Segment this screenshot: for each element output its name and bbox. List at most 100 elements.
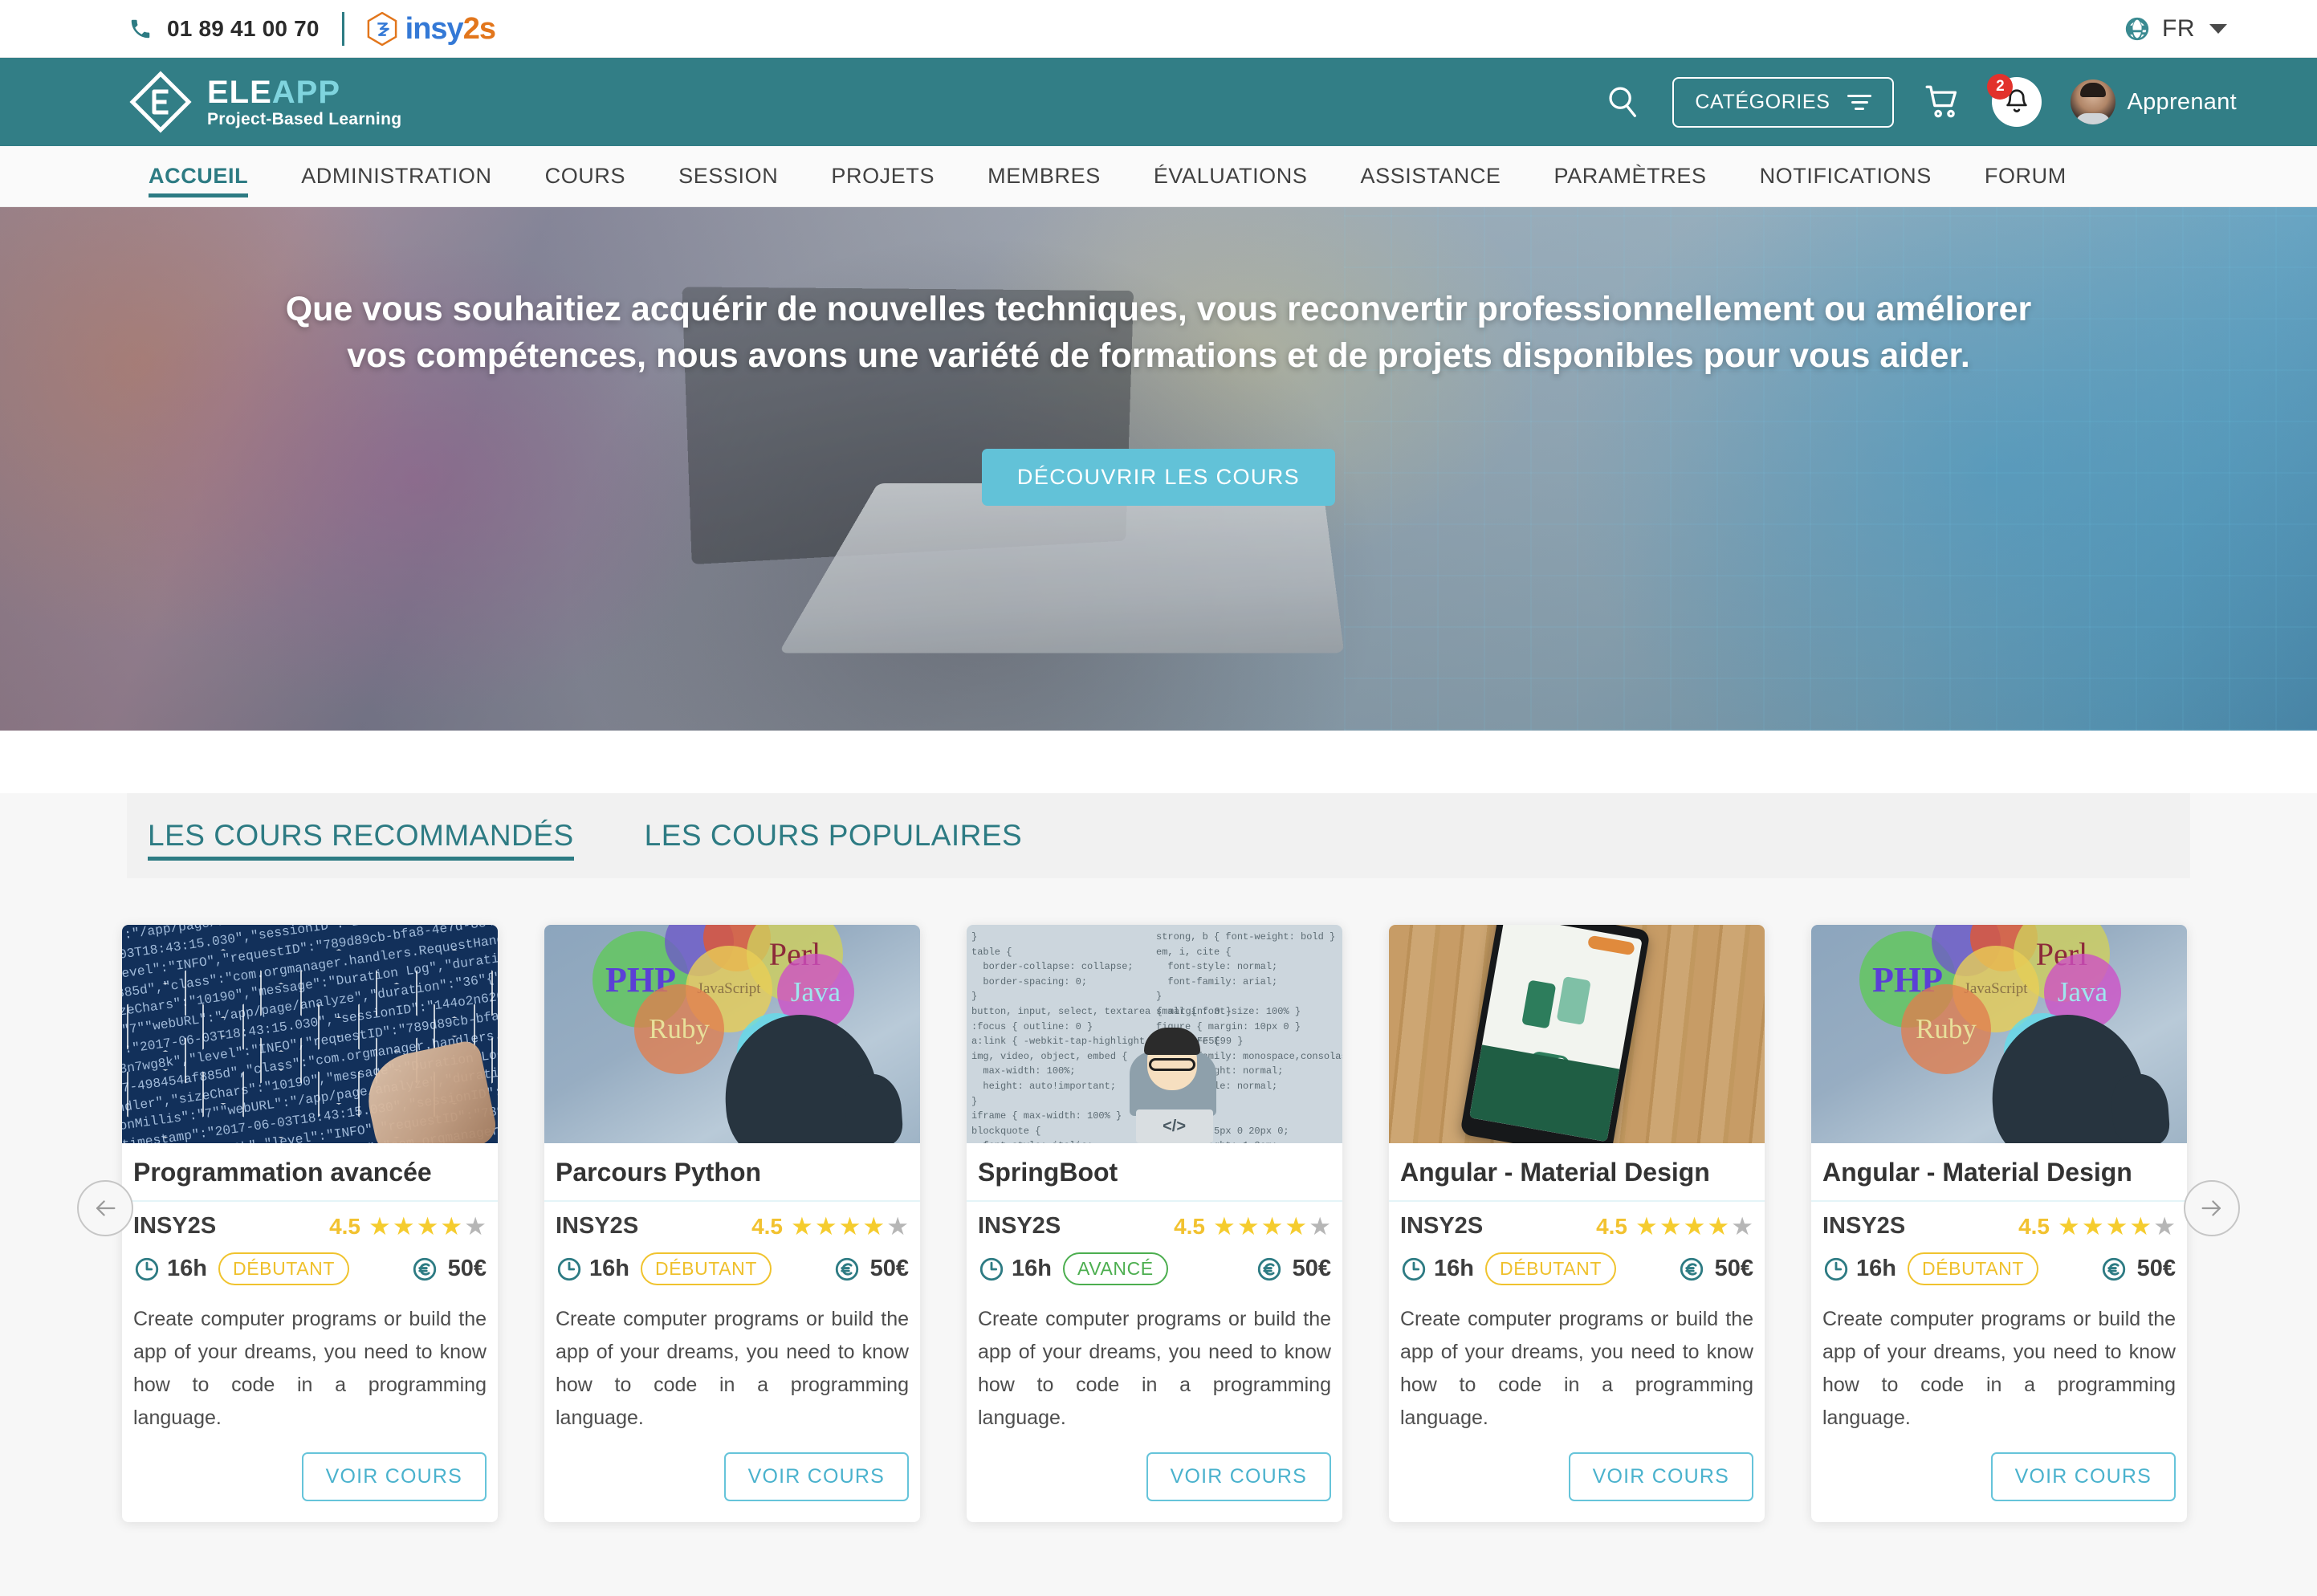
phone-number[interactable]: 01 89 41 00 70 [167,16,320,42]
course-duration: 16h [167,1256,207,1281]
insy2s-logo[interactable]: insy2s [367,11,496,46]
page-root: 01 89 41 00 70 insy2s FR ELEAPP Project-… [0,0,2317,1596]
course-card[interactable]: PHPPerlJavaScriptJavaRubyPythonParcours … [544,925,920,1522]
user-role-label: Apprenant [2127,88,2237,115]
course-card-footer: VOIR COURS [1389,1435,1765,1522]
courses-section: LES COURS RECOMMANDÉS LES COURS POPULAIRE… [0,793,2317,1596]
site-header: ELEAPP Project-Based Learning CATÉGORIES… [0,58,2317,146]
cart-icon[interactable] [1923,82,1963,122]
rating-star: ★ [369,1212,391,1240]
euro-icon [1256,1256,1283,1283]
course-meta-row: 16h DÉBUTANT 50€ [1811,1240,2187,1285]
course-provider-row: INSY2S 4.5 ★ ★ ★ ★ ★ [967,1202,1342,1240]
course-card-image: } table { border-collapse: collapse; bor… [967,925,1342,1143]
course-duration-group: 16h DÉBUTANT [556,1252,772,1285]
course-rating: 4.5 ★ ★ ★ ★ ★ [1596,1214,1753,1240]
discover-courses-button[interactable]: DÉCOUVRIR LES COURS [981,448,1336,506]
hero-banner: Que vous souhaitiez acquérir de nouvelle… [0,207,2317,731]
clock-icon [1400,1256,1427,1283]
rating-star: ★ [814,1212,837,1240]
course-description: Create computer programs or build the ap… [556,1308,909,1429]
course-price: 50€ [1714,1256,1753,1281]
course-card[interactable]: } table { border-collapse: collapse; bor… [967,925,1342,1522]
course-provider: INSY2S [556,1213,639,1239]
chevron-down-icon [2209,23,2227,34]
utility-topbar: 01 89 41 00 70 insy2s FR [0,0,2317,58]
euro-icon [1678,1256,1705,1283]
rating-star: ★ [791,1212,813,1240]
rating-star: ★ [1213,1212,1236,1240]
user-menu[interactable]: Apprenant [2071,79,2237,124]
nav-item-projets[interactable]: PROJETS [804,146,961,207]
course-card-image: PHPPerlJavaScriptJavaRubyPython [1811,925,2187,1143]
course-title: Angular - Material Design [1389,1143,1765,1202]
rating-star: ★ [1731,1212,1753,1240]
eleapp-logo[interactable]: ELEAPP Project-Based Learning [128,70,401,134]
eleapp-wordmark: ELEAPP Project-Based Learning [207,76,401,128]
course-card[interactable]: "webURL":"/app/page/analyze","duration":… [122,925,498,1522]
topbar-divider [341,11,344,46]
nav-item-notifications[interactable]: NOTIFICATIONS [1733,146,1958,207]
course-provider-row: INSY2S 4.5 ★ ★ ★ ★ ★ [544,1202,920,1240]
nav-item--valuations[interactable]: ÉVALUATIONS [1127,146,1334,207]
nav-item-accueil[interactable]: ACCUEIL [122,146,275,207]
course-rating-value: 4.5 [1596,1213,1628,1239]
nav-item-cours[interactable]: COURS [519,146,653,207]
avatar [2071,79,2116,124]
course-rating-stars: ★ ★ ★ ★ ★ [2058,1214,2176,1239]
nav-item-membres[interactable]: MEMBRES [961,146,1127,207]
insy2s-word-main: insy [405,11,464,46]
nav-item-forum[interactable]: FORUM [1958,146,2093,207]
course-meta-row: 16h AVANCÉ 50€ [967,1240,1342,1285]
notifications-bell[interactable]: 2 [1987,74,2042,127]
courses-tabs: LES COURS RECOMMANDÉS LES COURS POPULAIRE… [127,793,2190,878]
rating-star: ★ [2105,1212,2128,1240]
language-switcher[interactable]: FR [2124,15,2227,43]
courses-carousel: "webURL":"/app/page/analyze","duration":… [0,925,2317,1559]
nav-item-administration[interactable]: ADMINISTRATION [275,146,518,207]
course-rating: 4.5 ★ ★ ★ ★ ★ [751,1214,909,1240]
course-price-group: 50€ [1678,1256,1753,1283]
course-provider: INSY2S [1822,1213,1906,1239]
course-duration-group: 16h DÉBUTANT [133,1252,350,1285]
nav-item-session[interactable]: SESSION [652,146,804,207]
header-actions: CATÉGORIES 2 Apprenant [1602,74,2237,128]
course-price: 50€ [869,1256,909,1281]
course-price: 50€ [2136,1256,2176,1281]
tab-popular-courses[interactable]: LES COURS POPULAIRES [645,793,1023,878]
hero-headline: Que vous souhaitiez acquérir de nouvelle… [187,207,2130,380]
card-art-language-bubble: Ruby [1901,984,1991,1074]
course-title: Parcours Python [544,1143,920,1202]
course-rating-value: 4.5 [751,1213,784,1239]
rating-star: ★ [2081,1212,2104,1240]
course-level-badge: DÉBUTANT [1484,1252,1617,1285]
search-icon[interactable] [1602,81,1643,123]
course-card[interactable]: PHPPerlJavaScriptJavaRubyPythonAngular -… [1811,925,2187,1522]
rating-star: ★ [1285,1212,1308,1240]
course-rating-value: 4.5 [2018,1213,2050,1239]
course-rating: 4.5 ★ ★ ★ ★ ★ [329,1214,487,1240]
course-card[interactable]: Angular - Material Design INSY2S 4.5 ★ ★ ★ ★ ★ 1… [1389,925,1765,1522]
course-duration-group: 16h DÉBUTANT [1822,1252,2039,1285]
course-duration: 16h [1856,1256,1896,1281]
topbar-left-group: 01 89 41 00 70 insy2s [128,11,496,46]
course-provider-row: INSY2S 4.5 ★ ★ ★ ★ ★ [1389,1202,1765,1240]
view-course-button[interactable]: VOIR COURS [1990,1452,2176,1501]
view-course-button[interactable]: VOIR COURS [301,1452,487,1501]
rating-star: ★ [440,1212,463,1240]
course-card-footer: VOIR COURS [967,1435,1342,1522]
nav-item-param-tres[interactable]: PARAMÈTRES [1528,146,1733,207]
categories-button[interactable]: CATÉGORIES [1672,76,1895,128]
nav-item-assistance[interactable]: ASSISTANCE [1334,146,1527,207]
course-title: Angular - Material Design [1811,1143,2187,1202]
view-course-button[interactable]: VOIR COURS [723,1452,909,1501]
carousel-next-button[interactable] [2184,1180,2240,1236]
rating-star: ★ [1236,1212,1260,1240]
tab-recommended-courses[interactable]: LES COURS RECOMMANDÉS [148,793,574,878]
course-rating-value: 4.5 [1174,1213,1206,1239]
carousel-prev-button[interactable] [77,1180,133,1236]
view-course-button[interactable]: VOIR COURS [1568,1452,1753,1501]
clock-icon [556,1256,583,1283]
view-course-button[interactable]: VOIR COURS [1146,1452,1331,1501]
course-price: 50€ [447,1256,487,1281]
